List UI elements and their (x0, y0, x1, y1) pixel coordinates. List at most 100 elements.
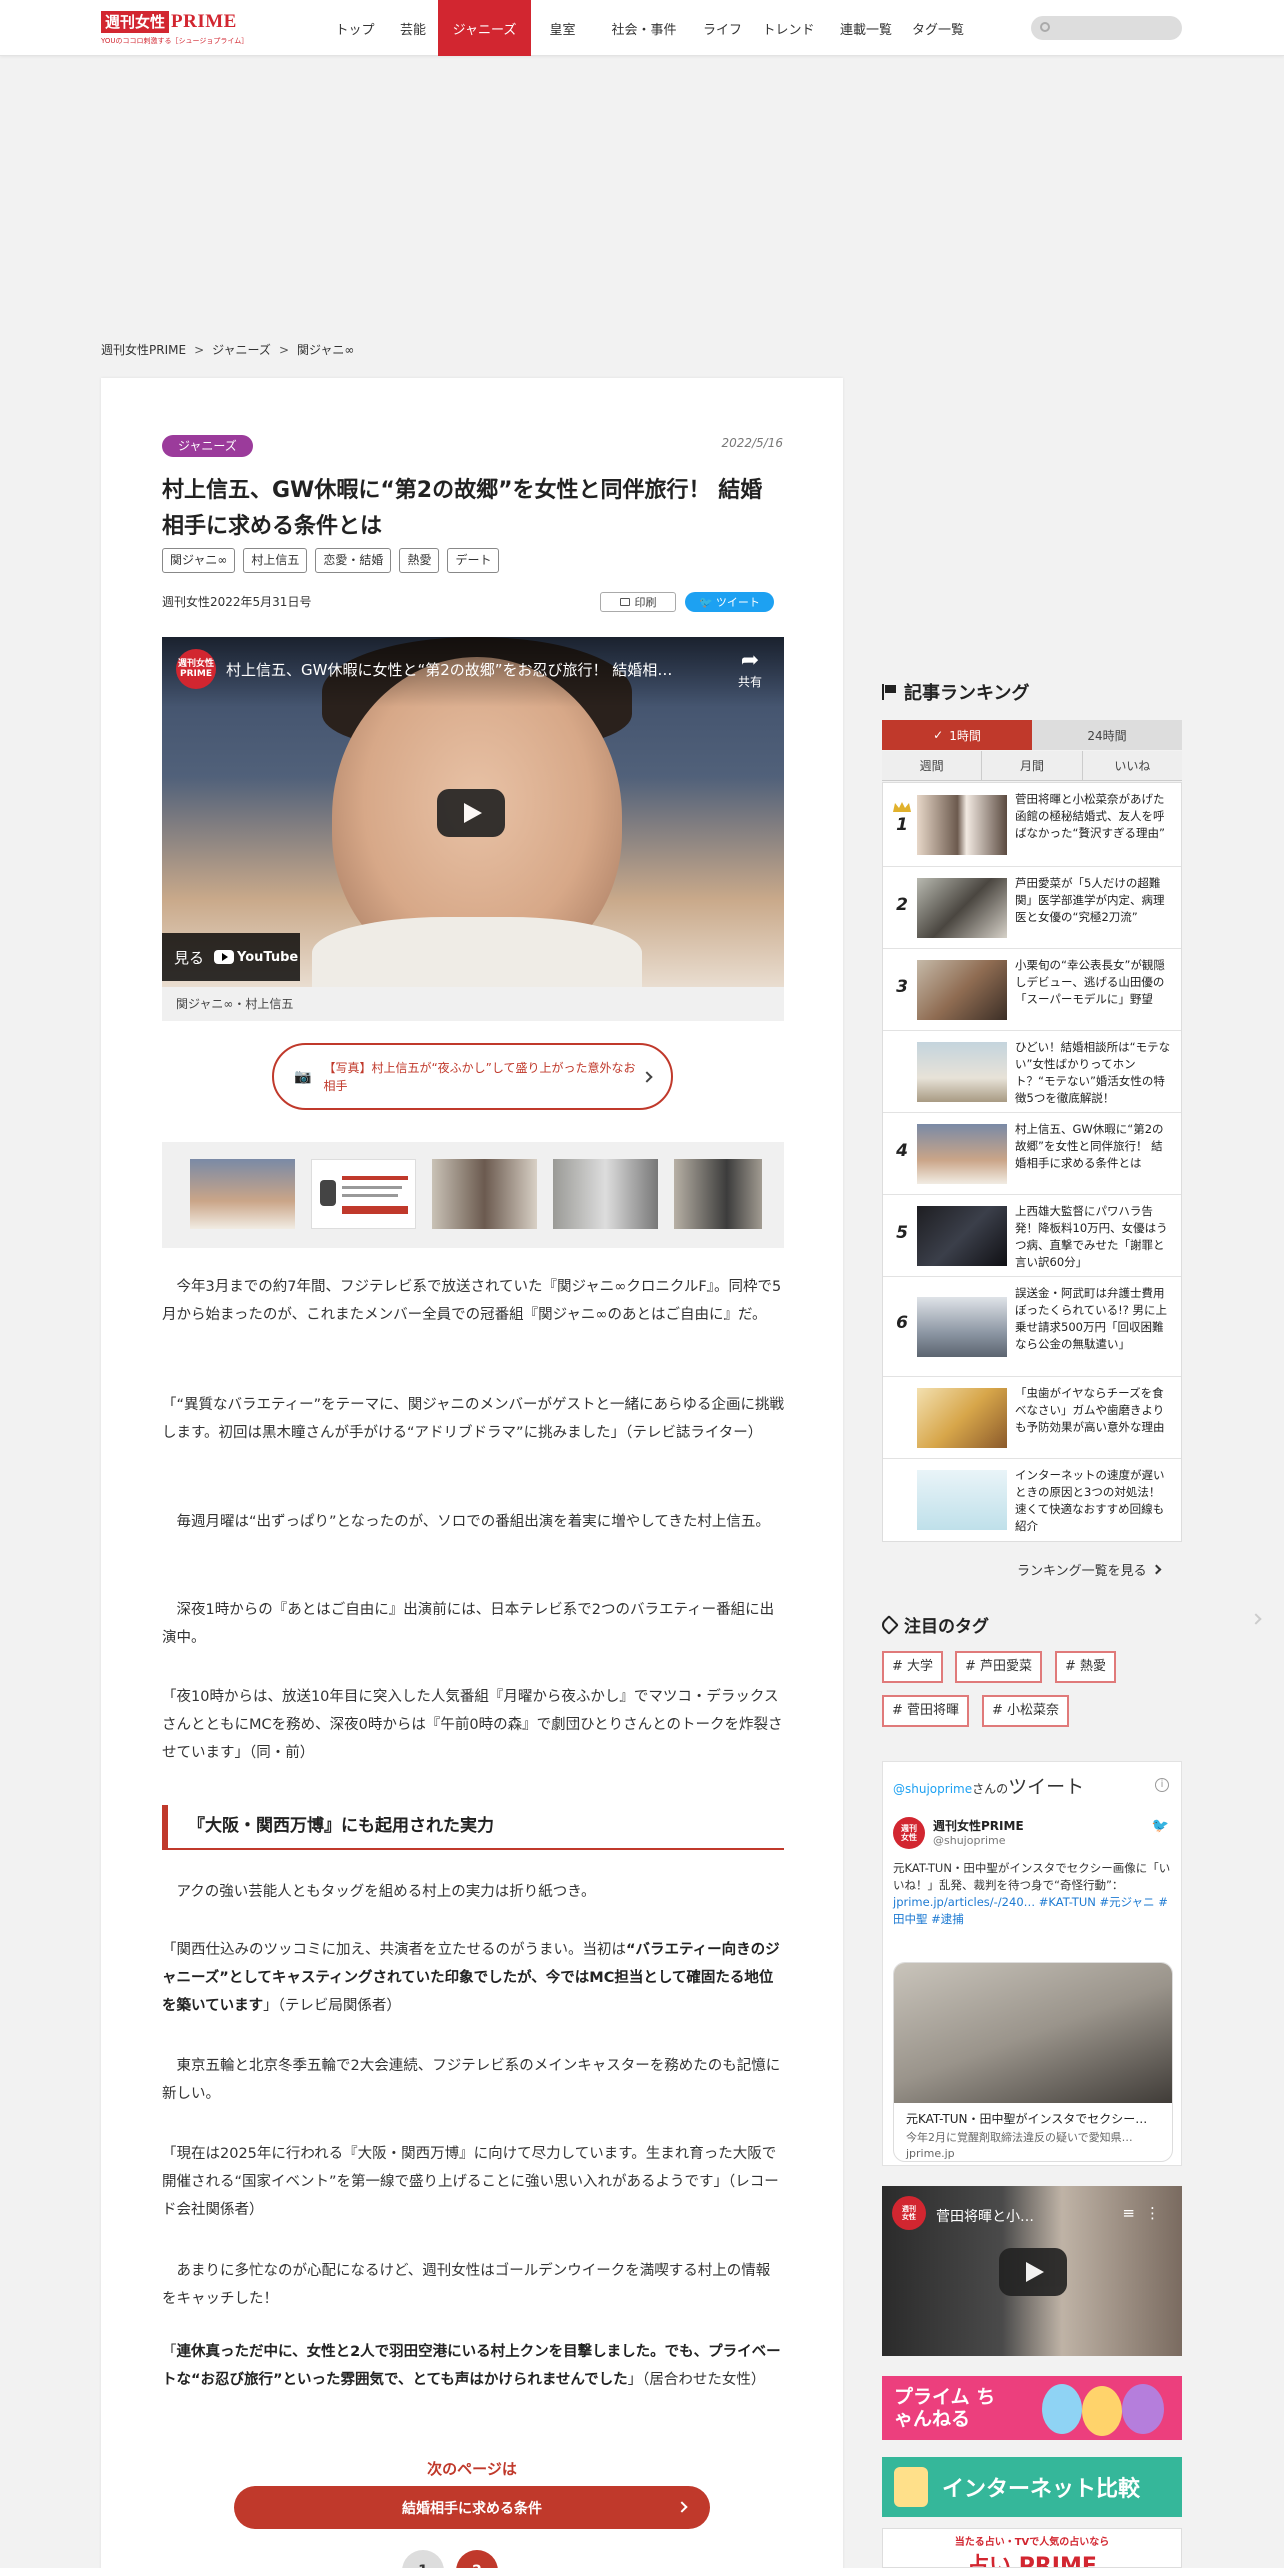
tab-1-hour[interactable]: ✓ 1時間 (882, 720, 1032, 750)
ranking-more-link[interactable]: ランキング一覧を見る (1017, 1560, 1162, 1579)
nav-koshitsu[interactable]: 皇室 (531, 0, 594, 56)
tab-24-hours[interactable]: 24時間 (1032, 720, 1182, 750)
info-icon[interactable]: i (1155, 1778, 1169, 1792)
tag-daigaku[interactable]: # 大学 (882, 1651, 944, 1683)
tweet-handle[interactable]: @shujoprime (933, 1834, 1006, 1847)
print-button[interactable]: 印刷 (600, 592, 676, 612)
play-button[interactable] (437, 789, 505, 837)
twitter-account-link[interactable]: @shujoprime (893, 1782, 972, 1796)
page-1[interactable]: 1 (402, 2550, 444, 2568)
ranking-item[interactable]: インターネットの速度が遅いときの原因と3つの対処法！ 速くて快適なおすすめ回線も… (883, 1459, 1181, 1541)
thumbnail-3[interactable] (432, 1159, 537, 1229)
channel-avatar[interactable]: 週刊女性PRIME (176, 649, 216, 689)
play-button[interactable] (999, 2248, 1067, 2296)
nav-rensai[interactable]: 連載一覧 (826, 0, 906, 56)
video-title[interactable]: 村上信五、GW休暇に女性と“第2の故郷”をお忍び旅行！ 結婚相手に求める条件とは (226, 659, 686, 680)
breadcrumb-home[interactable]: 週刊女性PRIME (101, 343, 186, 357)
section-heading: 『大阪・関西万博』にも起用された実力 (162, 1805, 784, 1850)
printer-icon (619, 598, 630, 606)
video-thumbnail-shirt (312, 917, 642, 987)
thumbnail-2[interactable] (311, 1159, 416, 1229)
ranking-item[interactable]: 2 芦田愛菜が「5人だけの超難関」医学部進学が内定、病理医と女優の“究極2刀流” (883, 867, 1181, 949)
nav-shakai[interactable]: 社会・事件 (594, 0, 694, 56)
prime-channel-banner[interactable]: プライム ちゃんねる (882, 2376, 1182, 2440)
nav-tags[interactable]: タグ一覧 (906, 0, 970, 56)
ranking-item[interactable]: 3 小栗旬の“幸公表長女”が観隠しデビュー、逃げる山田優の「スーパーモデルに」野… (883, 949, 1181, 1031)
chevron-right-icon[interactable] (1250, 1613, 1262, 1625)
thumbnail-1[interactable] (190, 1159, 295, 1229)
ranking-item[interactable]: ひどい！結婚相談所は“モテない”女性ばかりってホント？“モテない”婚活女性の特徴… (883, 1031, 1181, 1113)
sidebar-youtube-embed[interactable]: 週刊 女性 菅田将暉と小… ≡⋮ (882, 2186, 1182, 2356)
site-logo[interactable]: 週刊女性 PRIME YOUのココロ刺激する［シュージョプライム］ (101, 10, 257, 48)
subtab-monthly[interactable]: 月間 (982, 751, 1083, 780)
tag-ashida-mana[interactable]: # 芦田愛菜 (955, 1651, 1043, 1683)
next-page-button-label: 結婚相手に求める条件 (402, 2500, 542, 2517)
banner-label: プライム ちゃんねる (894, 2386, 996, 2430)
thumbnail-5[interactable] (674, 1159, 762, 1229)
banner-label: 占い PRIME (967, 2554, 1097, 2568)
ranking-title: インターネットの速度が遅いときの原因と3つの対処法！ 速くて快適なおすすめ回線も… (1015, 1468, 1165, 1533)
tag-netsuai[interactable]: # 熱愛 (1055, 1651, 1117, 1683)
next-page-label: 次のページは (427, 2460, 517, 2478)
video-title[interactable]: 菅田将暉と小… (936, 2206, 1034, 2226)
ranking-list: 1 菅田将暉と小松菜奈があげた函館の極秘結婚式、友人を呼ばなかった“贅沢すぎる理… (882, 782, 1182, 1542)
tag-murakami[interactable]: 村上信五 (243, 548, 308, 573)
tweet-author[interactable]: 週刊女性PRIME (933, 1817, 1024, 1834)
paragraph: アクの強い芸能人ともタッグを組める村上の実力は折り紙つき。 (162, 1884, 596, 1900)
rank-number: 5 (896, 1223, 908, 1243)
watch-on-youtube[interactable]: 見る YouTube (162, 933, 300, 981)
channel-avatar[interactable]: 週刊 女性 (892, 2196, 926, 2230)
camera-icon: 📷 (294, 1068, 312, 1085)
ranking-thumbnail (917, 1388, 1007, 1448)
subtab-likes[interactable]: いいね (1083, 751, 1182, 780)
share-button[interactable]: ➦ 共有 (738, 649, 762, 690)
breadcrumb-category[interactable]: ジャニーズ (212, 343, 271, 357)
logo-tagline: YOUのココロ刺激する［シュージョプライム］ (101, 37, 249, 45)
twitter-account-suffix: さんの (972, 1782, 1009, 1796)
article-title: 村上信五、GW休暇に“第2の故郷”を女性と同伴旅行！ 結婚相手に求める条件とは (162, 478, 763, 539)
nav-geino[interactable]: 芸能 (388, 0, 438, 56)
ranking-title: 菅田将暉と小松菜奈があげた函館の極秘結婚式、友人を呼ばなかった“贅沢すぎる理由” (1015, 792, 1165, 840)
nav-trend[interactable]: トレンド (751, 0, 826, 56)
ranking-thumbnail (917, 1206, 1007, 1266)
paragraph: 今年3月までの約7年間、フジテレビ系で放送されていた『関ジャニ∞クロニクルF』。… (162, 1279, 782, 1323)
ranking-item[interactable]: 5 上西雄大監督にパワハラ告発！降板料10万円、女優はうつ病、直撃でみせた「謝罪… (883, 1195, 1181, 1277)
tweet-body: 元KAT-TUN・田中聖がインスタでセクシー画像に「いいね！」乱発、裁判を待つ身… (893, 1861, 1171, 1892)
internet-compare-banner[interactable]: インターネット比較 (882, 2457, 1182, 2517)
tweet-avatar[interactable]: 週刊 女性 (893, 1817, 925, 1849)
tag-suda-masaki[interactable]: # 菅田将暉 (882, 1695, 970, 1727)
tweet-link-card[interactable]: 元KAT-TUN・田中聖がインスタでセクシー… 今年2月に覚醒剤取締法違反の疑い… (893, 1962, 1173, 2162)
tag-komatsu-nana[interactable]: # 小松菜奈 (982, 1695, 1070, 1727)
rank-number: 2 (896, 895, 908, 915)
subtab-weekly[interactable]: 週間 (882, 751, 983, 780)
next-page-button[interactable]: 結婚相手に求める条件 (234, 2486, 710, 2529)
category-badge[interactable]: ジャニーズ (162, 435, 253, 457)
nav-life[interactable]: ライフ (694, 0, 751, 56)
tweet-button[interactable]: 🐦 ツイート (685, 592, 774, 612)
ranking-title: 村上信五、GW休暇に“第2の故郷”を女性と同伴旅行！ 結婚相手に求める条件とは (1015, 1122, 1164, 1170)
tweet-link[interactable]: jprime.jp/articles/-/240… #KAT-TUN #元ジャニ… (893, 1895, 1168, 1926)
video-menu-icons[interactable]: ≡⋮ (1122, 2204, 1170, 2222)
paragraph: 「“異質なバラエティー”をテーマに、関ジャニのメンバーがゲストと一緒にあらゆる企… (162, 1397, 784, 1441)
uranai-prime-banner[interactable]: 当たる占い・TVで人気の占いなら 占い PRIME (882, 2528, 1182, 2568)
breadcrumb-tag[interactable]: 関ジャニ∞ (297, 343, 354, 357)
ranking-item[interactable]: 「虫歯がイヤならチーズを食べなさい」ガムや歯磨きよりも予防効果が高い意外な理由 (883, 1377, 1181, 1459)
tag-netsuai[interactable]: 熱愛 (399, 548, 440, 573)
nav-top[interactable]: トップ (322, 0, 388, 56)
tag-kanjani[interactable]: 関ジャニ∞ (162, 548, 236, 573)
ranking-subtabs: 週間 月間 いいね (882, 751, 1182, 781)
page-2[interactable]: 2 (456, 2550, 498, 2568)
ranking-thumbnail (917, 1042, 1007, 1102)
search-input[interactable] (1055, 18, 1175, 38)
ranking-item[interactable]: 4 村上信五、GW休暇に“第2の故郷”を女性と同伴旅行！ 結婚相手に求める条件と… (883, 1113, 1181, 1195)
tag-date[interactable]: デート (447, 548, 500, 573)
youtube-embed[interactable]: 週刊女性PRIME 村上信五、GW休暇に女性と“第2の故郷”をお忍び旅行！ 結婚… (162, 637, 784, 987)
ranking-item[interactable]: 6 誤送金・阿武町は弁護士費用ぼったくられている!? 男に上乗せ請求500万円「… (883, 1277, 1181, 1377)
ranking-item[interactable]: 1 菅田将暉と小松菜奈があげた函館の極秘結婚式、友人を呼ばなかった“贅沢すぎる理… (883, 783, 1181, 867)
nav-johnnys[interactable]: ジャニーズ (438, 0, 531, 56)
thumbnail-4[interactable] (553, 1159, 658, 1229)
tags-heading: 注目のタグ (879, 1612, 989, 1637)
search-box[interactable] (1031, 16, 1182, 40)
photo-gallery-button[interactable]: 📷 【写真】村上信五が“夜ふかし”して盛り上がった意外なお相手 (272, 1043, 673, 1110)
tag-renai[interactable]: 恋愛・結婚 (315, 548, 392, 573)
